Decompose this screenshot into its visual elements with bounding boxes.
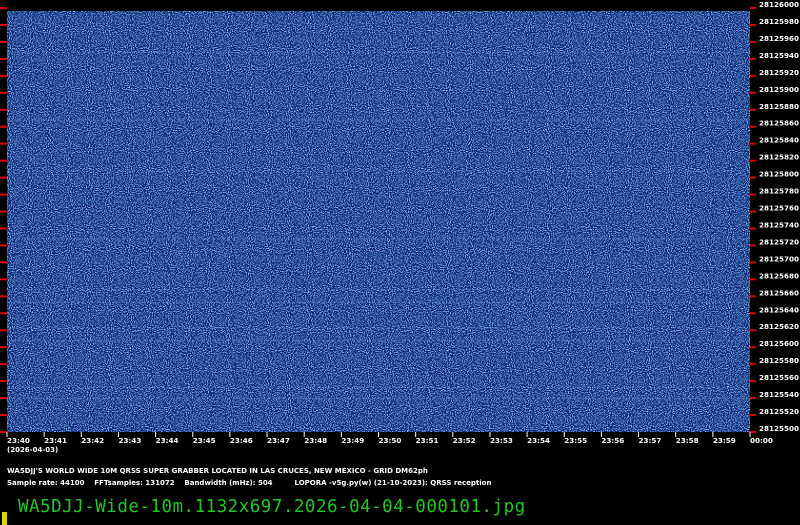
y-tick-label: 28125680 xyxy=(759,271,799,280)
y-tick-label: 28125740 xyxy=(759,220,799,229)
x-tick-label: 23:54 xyxy=(527,436,550,445)
cursor-marker xyxy=(2,512,7,525)
y-tick-label: 28125980 xyxy=(759,17,799,26)
y-tick-label: 28125960 xyxy=(759,34,799,43)
y-tick-label: 28125520 xyxy=(759,407,799,416)
y-tick-label: 28125780 xyxy=(759,187,799,196)
y-tick-label: 28125920 xyxy=(759,68,799,77)
x-tick-label: 23:46 xyxy=(230,436,253,445)
y-tick-label: 28125840 xyxy=(759,136,799,145)
x-tick-label: 23:59 xyxy=(713,436,736,445)
y-tick-label: 28125820 xyxy=(759,153,799,162)
spectrogram-chart: 28126000 28125980 28125960 28125940 28125920… xyxy=(0,0,800,525)
x-tick-label: 23:42 xyxy=(81,436,104,445)
x-tick-label: 00:00 xyxy=(750,436,773,445)
caption-text: WA5DJJ'S WORLD WIDE 10M QRSS SUPER GRABB… xyxy=(7,467,428,475)
y-tick-label: 28125500 xyxy=(759,424,799,433)
x-tick-label: 23:44 xyxy=(156,436,179,445)
y-tick-label: 28125760 xyxy=(759,204,799,213)
y-tick-label: 28125620 xyxy=(759,322,799,331)
x-tick-label: 23:51 xyxy=(416,436,439,445)
x-tick-label: 23:47 xyxy=(267,436,290,445)
y-tick-label: 28125600 xyxy=(759,339,799,348)
x-tick-label: 23:53 xyxy=(490,436,513,445)
x-tick-label: 23:45 xyxy=(193,436,216,445)
x-tick-label: 23:52 xyxy=(453,436,476,445)
x-tick-label: 23:43 xyxy=(118,436,141,445)
x-tick-label: 23:57 xyxy=(639,436,662,445)
x-tick-label: 23:41 xyxy=(44,436,67,445)
x-tick-label: 23:40 xyxy=(7,436,30,445)
y-tick-label: 28125720 xyxy=(759,237,799,246)
y-tick-label: 28125800 xyxy=(759,170,799,179)
y-tick-label: 28125640 xyxy=(759,305,799,314)
plot-noise xyxy=(7,11,750,432)
x-tick-label: 23:50 xyxy=(379,436,402,445)
x-tick-label: 23:56 xyxy=(601,436,624,445)
x-tick-label: 23:49 xyxy=(341,436,364,445)
x-tick-label: 23:48 xyxy=(304,436,327,445)
y-tick-label: 28125660 xyxy=(759,288,799,297)
x-date-label: (2026-04-03) xyxy=(7,446,59,454)
y-tick-label: 28125540 xyxy=(759,390,799,399)
y-tick-label: 28125580 xyxy=(759,356,799,365)
parameters-text: Sample rate: 44100 FFTsamples: 131072 Ba… xyxy=(7,479,492,487)
y-tick-label: 28125700 xyxy=(759,254,799,263)
x-tick-label: 23:58 xyxy=(676,436,699,445)
y-tick-label: 28125900 xyxy=(759,85,799,94)
y-tick-label: 28125880 xyxy=(759,102,799,111)
y-tick-label: 28125940 xyxy=(759,51,799,60)
y-tick-label: 28125860 xyxy=(759,119,799,128)
y-tick-label: 28126000 xyxy=(759,0,799,9)
spectrogram-plot xyxy=(7,11,750,432)
filename-label: WA5DJJ-Wide-10m.1132x697.2026-04-04-0001… xyxy=(18,497,526,517)
x-tick-label: 23:55 xyxy=(564,436,587,445)
y-tick-label: 28125560 xyxy=(759,373,799,382)
